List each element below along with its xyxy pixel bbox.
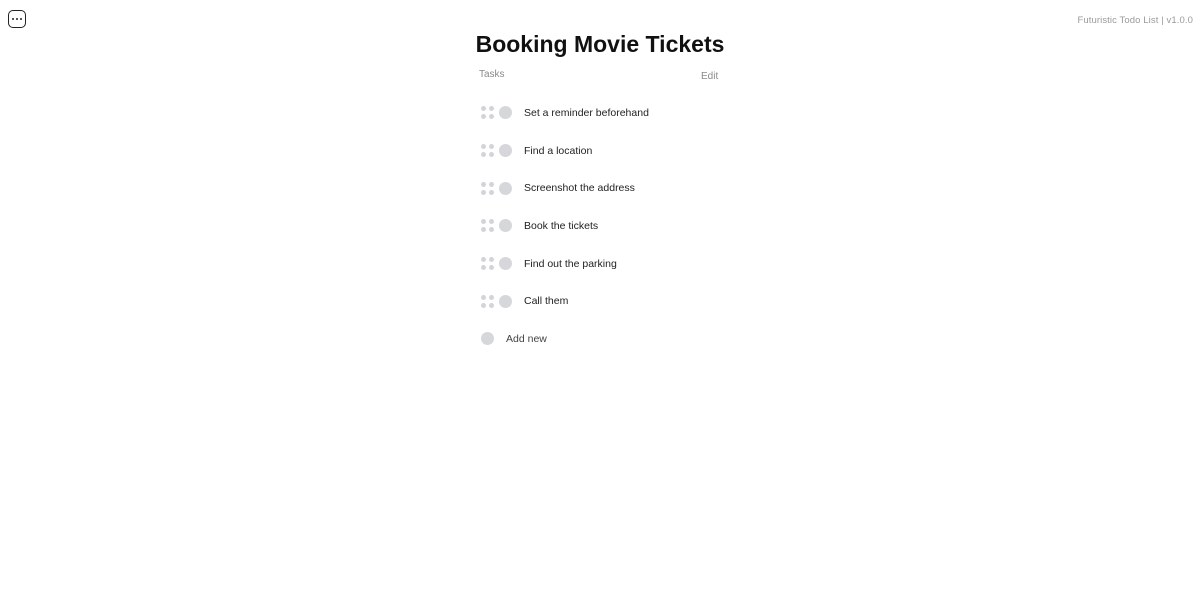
menu-dot (20, 18, 22, 20)
drag-handle-icon[interactable] (481, 257, 494, 271)
app-version: Futuristic Todo List | v1.0.0 (1077, 15, 1193, 26)
task-label: Book the tickets (524, 219, 599, 232)
task-row[interactable]: Book the tickets (481, 207, 781, 245)
drag-handle-icon[interactable] (481, 144, 494, 158)
app-page: Futuristic Todo List | v1.0.0 Booking Mo… (0, 0, 1200, 596)
task-checkbox[interactable] (499, 106, 512, 120)
drag-handle-icon[interactable] (481, 294, 494, 308)
task-row[interactable]: Set a reminder beforehand (481, 94, 781, 132)
task-label: Find a location (524, 144, 593, 157)
task-checkbox[interactable] (499, 219, 512, 233)
menu-dot (16, 18, 18, 20)
tasks-section-label: Tasks (479, 69, 505, 80)
edit-button[interactable]: Edit (701, 71, 718, 82)
task-checkbox[interactable] (499, 181, 512, 195)
add-new-label: Add new (506, 332, 547, 345)
drag-handle-icon[interactable] (481, 181, 494, 195)
task-row[interactable]: Call them (481, 282, 781, 320)
task-label: Set a reminder beforehand (524, 106, 649, 119)
task-row[interactable]: Find out the parking (481, 245, 781, 283)
task-list: Set a reminder beforehand Find a locatio… (481, 94, 781, 320)
menu-icon[interactable] (8, 10, 26, 28)
task-checkbox[interactable] (499, 294, 512, 308)
menu-dot (12, 18, 14, 20)
list-title: Booking Movie Tickets (475, 31, 725, 57)
add-new-task-button[interactable]: Add new (481, 332, 547, 345)
task-label: Call them (524, 295, 569, 308)
task-checkbox[interactable] (499, 144, 512, 158)
task-row[interactable]: Find a location (481, 132, 781, 170)
task-label: Find out the parking (524, 257, 617, 270)
drag-handle-icon[interactable] (481, 219, 494, 233)
add-new-circle-icon (481, 332, 494, 345)
task-checkbox[interactable] (499, 257, 512, 271)
task-label: Screenshot the address (524, 182, 635, 195)
task-row[interactable]: Screenshot the address (481, 169, 781, 207)
drag-handle-icon[interactable] (481, 106, 494, 120)
